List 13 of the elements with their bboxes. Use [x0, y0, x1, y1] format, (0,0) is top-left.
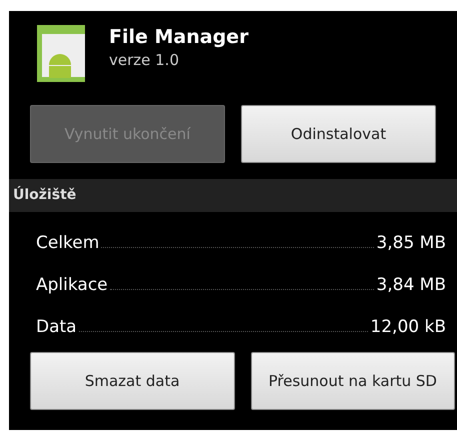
move-to-sd-button[interactable]: Přesunout na kartu SD: [250, 352, 455, 410]
storage-label: Data: [36, 316, 77, 339]
storage-value: 3,84 MB: [376, 274, 446, 297]
clear-data-button[interactable]: Smazat data: [30, 352, 234, 410]
app-name: File Manager: [109, 25, 248, 49]
app-version: verze 1.0: [109, 50, 180, 71]
storage-label: Celkem: [36, 232, 100, 255]
storage-value: 12,00 kB: [370, 316, 446, 339]
storage-label: Aplikace: [36, 274, 108, 297]
uninstall-button[interactable]: Odinstalovat: [241, 105, 436, 163]
section-header: Úložiště: [9, 179, 457, 212]
app-icon: [37, 25, 85, 82]
storage-value: 3,85 MB: [376, 232, 446, 255]
